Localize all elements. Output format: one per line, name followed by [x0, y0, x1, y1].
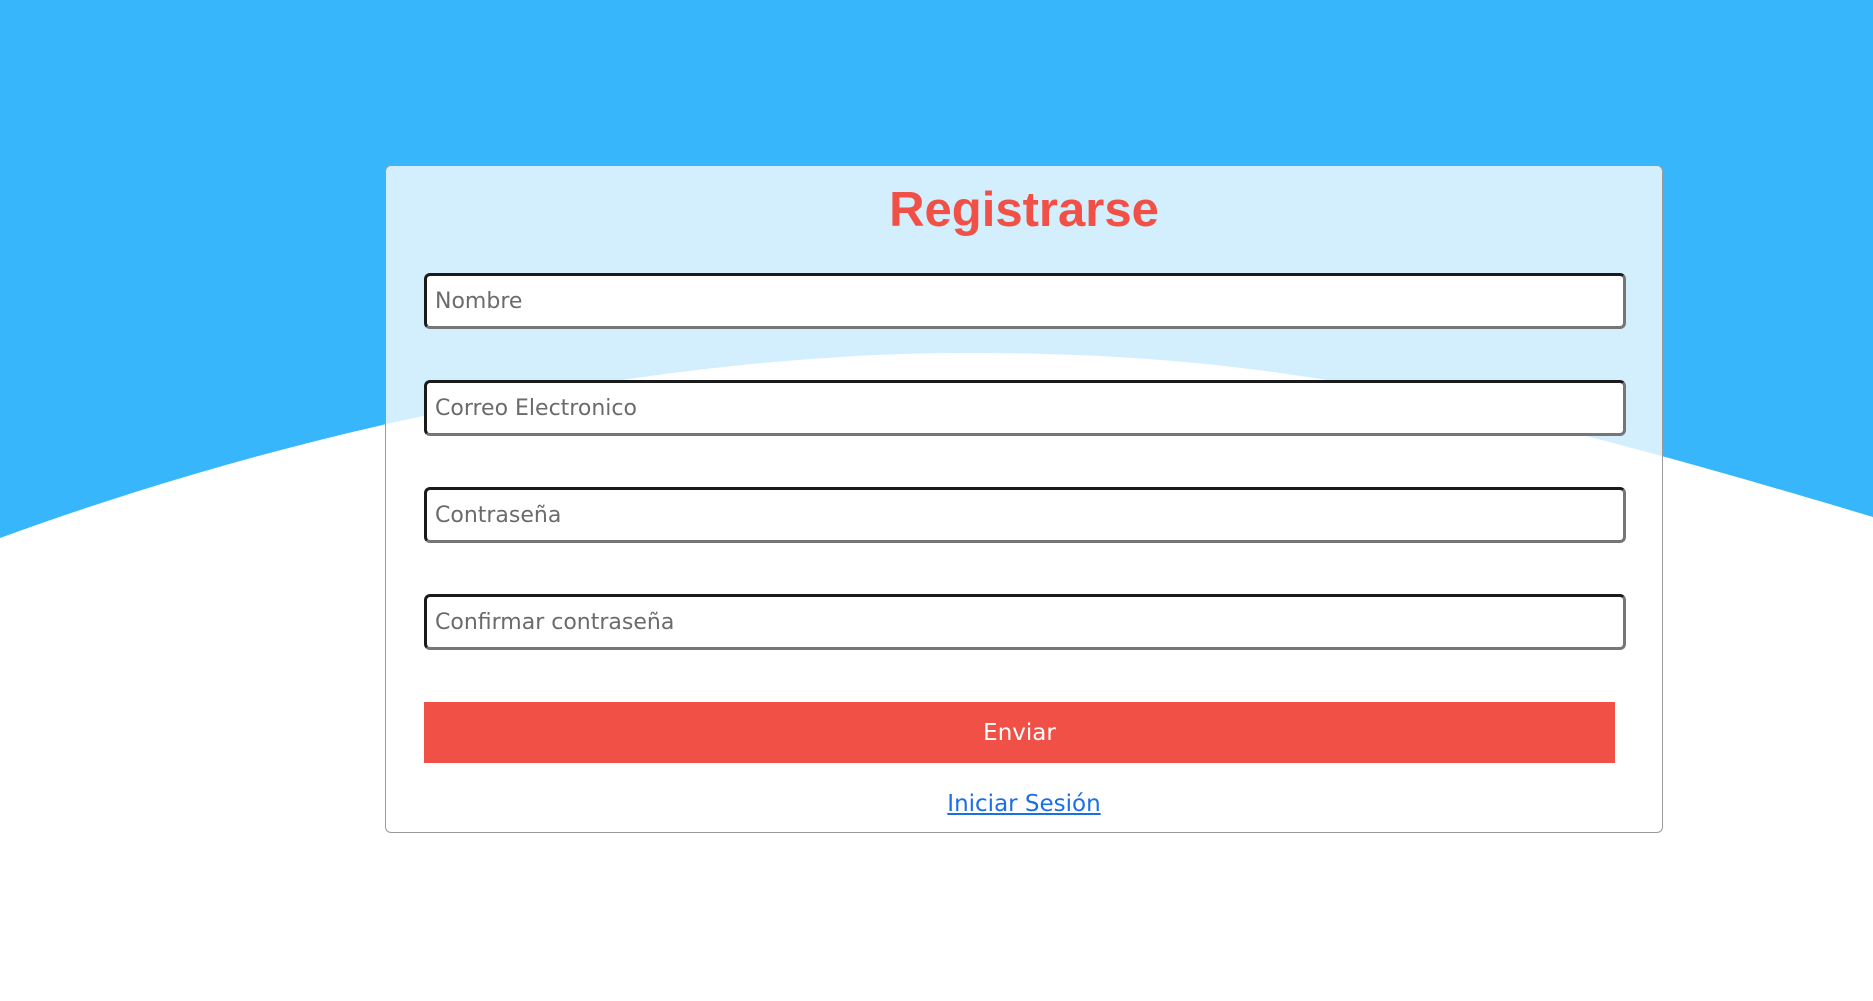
password-input[interactable]: [424, 487, 1626, 543]
submit-button[interactable]: Enviar: [424, 702, 1615, 763]
name-input[interactable]: [424, 273, 1626, 329]
email-input[interactable]: [424, 380, 1626, 436]
form-title: Registrarse: [889, 183, 1159, 237]
register-form-card: Registrarse Enviar Iniciar Sesión: [385, 165, 1663, 833]
login-link-container: Iniciar Sesión: [386, 791, 1662, 817]
confirm-password-input[interactable]: [424, 594, 1626, 650]
login-link[interactable]: Iniciar Sesión: [947, 791, 1100, 817]
page: Registrarse Enviar Iniciar Sesión: [0, 0, 1873, 1001]
